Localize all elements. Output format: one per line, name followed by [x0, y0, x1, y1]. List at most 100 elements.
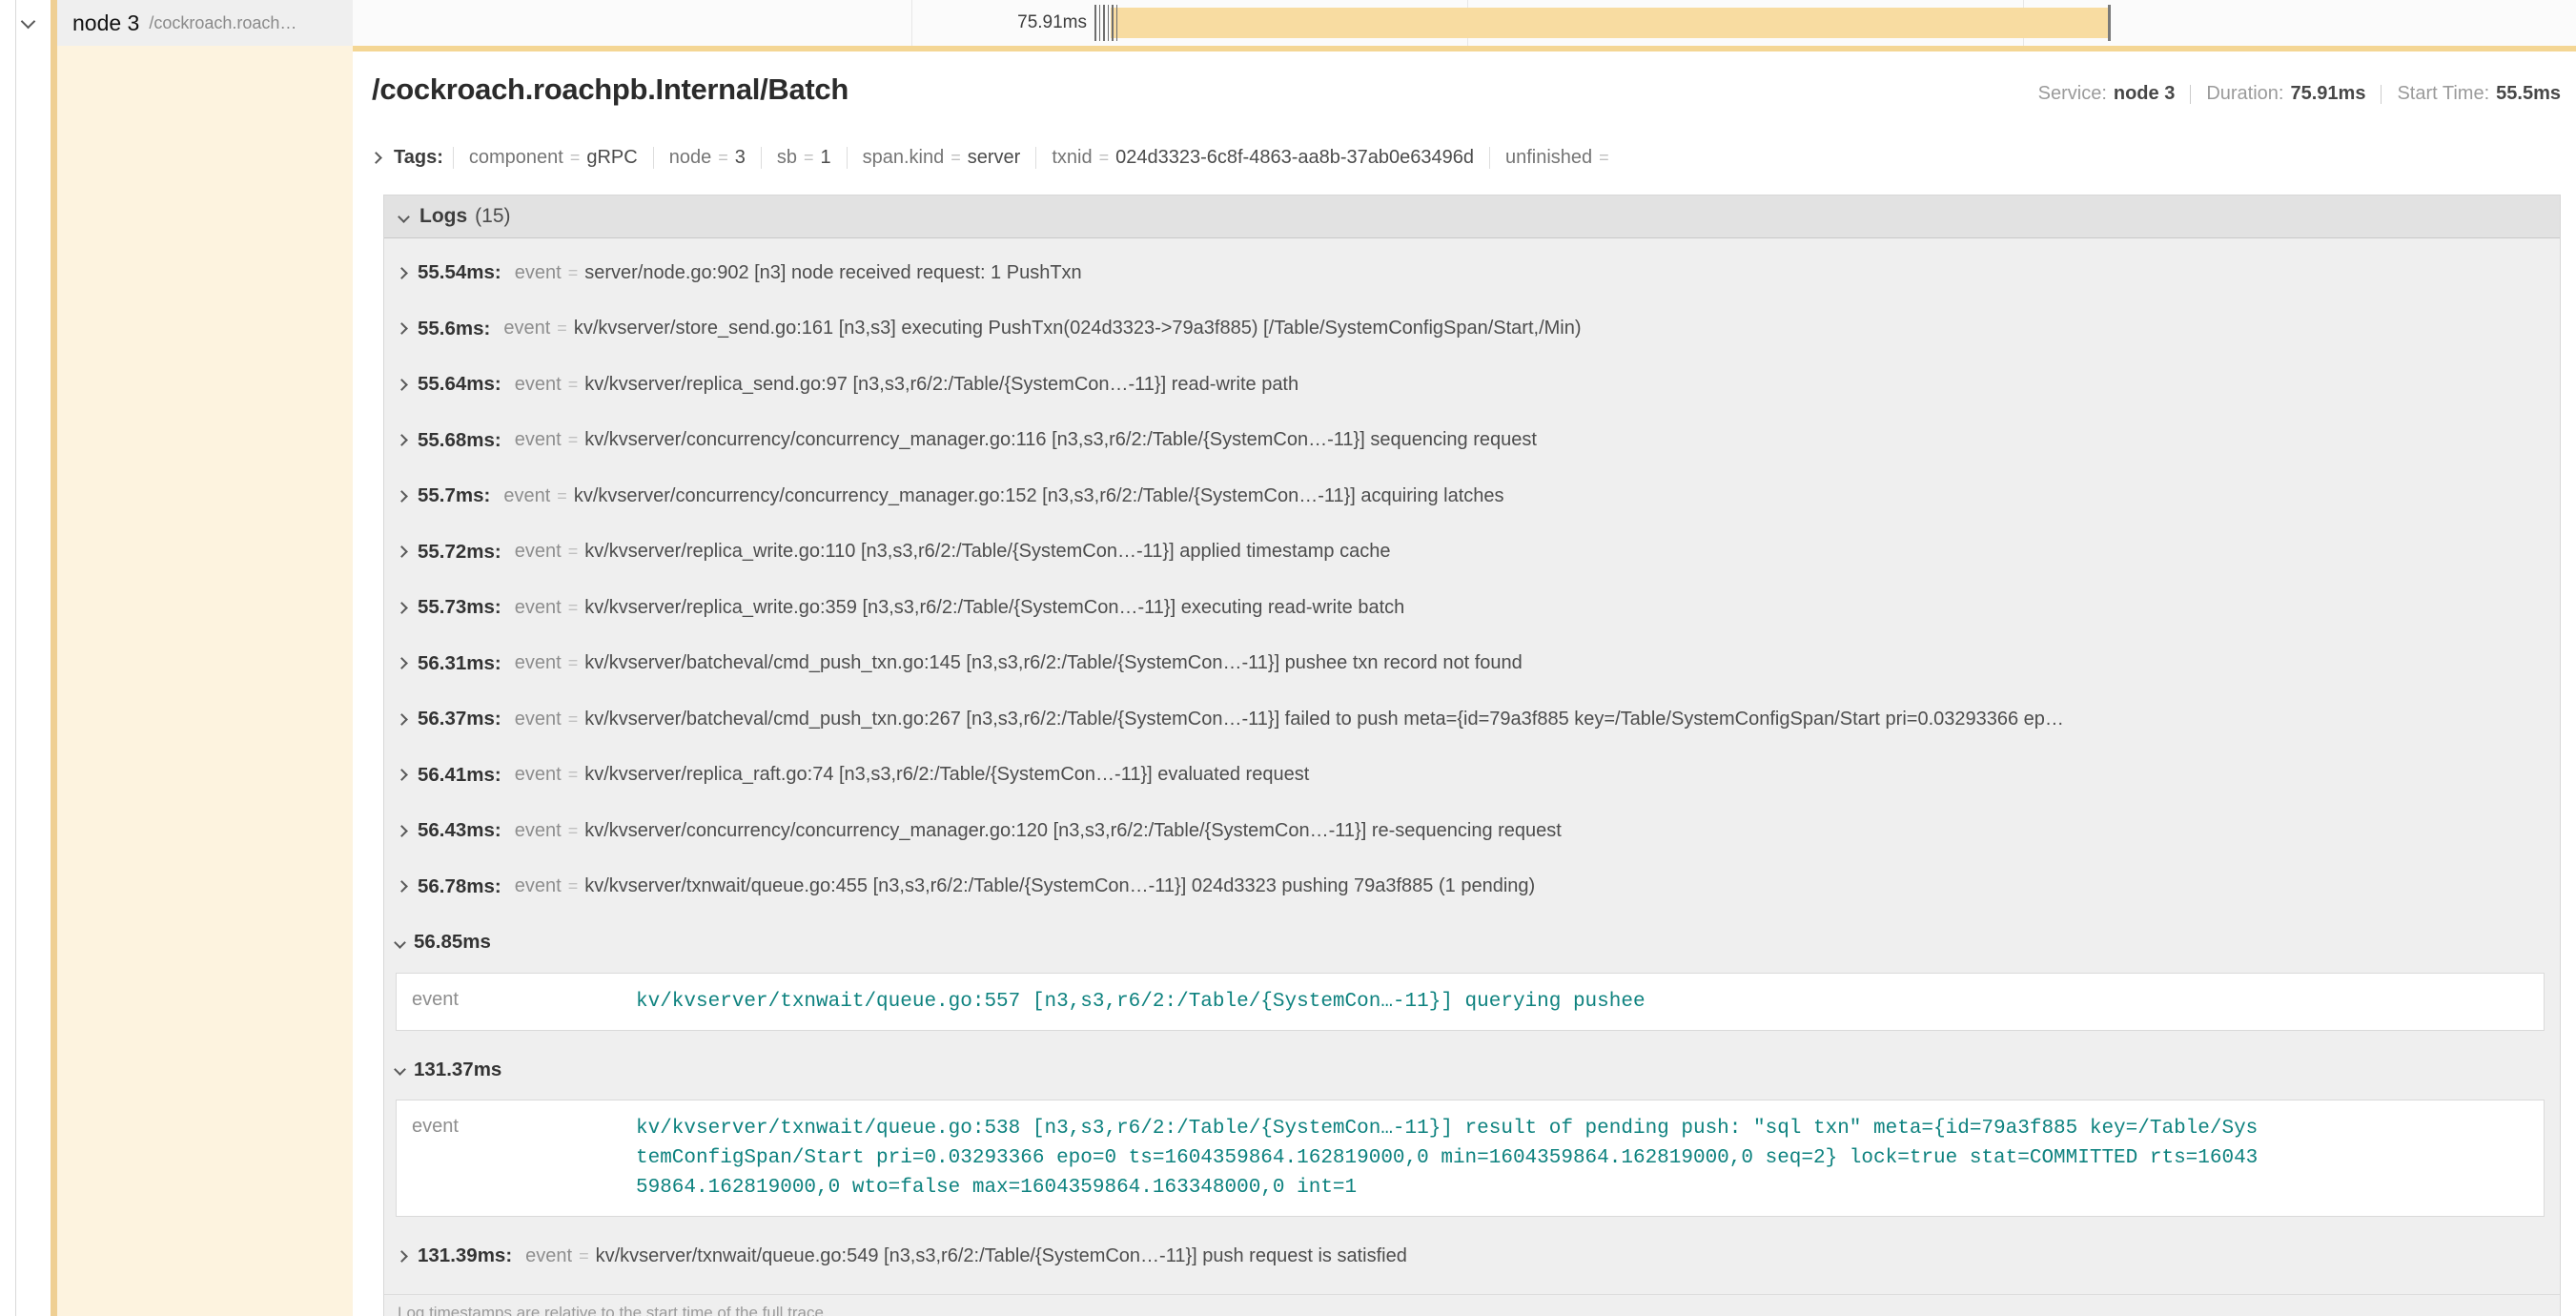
log-field-key: event [515, 652, 562, 674]
span-stats: Service: node 3 Duration: 75.91ms Start … [2038, 83, 2561, 105]
trace-detail-page: node 3 /cockroach.roach… 75.91ms /cockro… [0, 0, 2576, 1316]
stat-divider [2190, 85, 2191, 104]
log-message: kv/kvserver/txnwait/queue.go:455 [n3,s3,… [584, 875, 1535, 897]
tags-title: Tags: [394, 147, 443, 169]
log-row[interactable]: 55.54ms: event = server/node.go:902 [n3]… [384, 245, 2560, 301]
log-message: kv/kvserver/concurrency/concurrency_mana… [584, 429, 1537, 451]
span-service-name: node 3 [72, 10, 139, 36]
log-message: kv/kvserver/store_send.go:161 [n3,s3] ex… [574, 318, 1582, 339]
log-field-value: kv/kvserver/txnwait/queue.go:557 [n3,s3,… [636, 987, 2261, 1017]
log-row[interactable]: 131.39ms: event = kv/kvserver/txnwait/qu… [384, 1228, 2560, 1285]
log-expand-chevron-icon [396, 267, 408, 279]
logs-collapse-chevron-icon [398, 211, 410, 223]
tag-txnid: txnid=024d3323-6c8f-4863-aa8b-37ab0e6349… [1035, 147, 1489, 169]
log-field-key: event [412, 1114, 636, 1203]
log-timestamp: 131.39ms: [418, 1244, 512, 1267]
log-row[interactable]: 55.64ms: event = kv/kvserver/replica_sen… [384, 357, 2560, 413]
log-expand-chevron-icon [396, 1250, 408, 1263]
span-end-tick [2108, 5, 2111, 41]
duration-label: Duration: [2206, 83, 2283, 105]
log-field-key: event [515, 429, 562, 451]
log-row[interactable]: 56.41ms: event = kv/kvserver/replica_raf… [384, 748, 2560, 804]
log-field-key: event [515, 597, 562, 619]
log-timestamp: 55.64ms: [418, 373, 501, 396]
duration-value: 75.91ms [2290, 83, 2365, 105]
log-timestamp: 56.85ms [414, 931, 491, 954]
span-detail-panel: /cockroach.roachpb.Internal/Batch Servic… [353, 46, 2576, 1316]
collapse-span-chevron-icon[interactable] [21, 14, 36, 30]
log-row-expanded-header[interactable]: 56.85ms [384, 915, 2560, 971]
log-message: server/node.go:902 [n3] node received re… [584, 262, 1081, 284]
log-field-key: event [515, 764, 562, 786]
log-message: kv/kvserver/batcheval/cmd_push_txn.go:14… [584, 652, 1523, 674]
log-expand-chevron-icon [396, 880, 408, 893]
timeline-gridline [911, 0, 912, 46]
tag-span-kind: span.kind=server [847, 147, 1036, 169]
span-detail-header: /cockroach.roachpb.Internal/Batch Servic… [372, 72, 2561, 116]
left-gutter-divider [15, 0, 16, 1316]
logs-section: Logs (15) 55.54ms: event = server/node.g… [383, 195, 2561, 1316]
log-timestamp: 55.72ms: [418, 541, 501, 564]
log-field-key: event [525, 1245, 572, 1267]
log-row[interactable]: 55.7ms: event = kv/kvserver/concurrency/… [384, 468, 2560, 524]
log-row[interactable]: 55.6ms: event = kv/kvserver/store_send.g… [384, 301, 2560, 358]
log-expand-chevron-icon [396, 545, 408, 558]
log-row-expanded-header[interactable]: 131.37ms [384, 1042, 2560, 1099]
tags-expand-chevron-icon [370, 152, 382, 164]
log-expand-chevron-icon [396, 322, 408, 335]
log-row[interactable]: 55.72ms: event = kv/kvserver/replica_wri… [384, 524, 2560, 581]
log-expand-chevron-icon [396, 825, 408, 837]
log-row[interactable]: 56.78ms: event = kv/kvserver/txnwait/que… [384, 859, 2560, 915]
start-time-value: 55.5ms [2496, 83, 2561, 105]
tag-component: component=gRPC [453, 147, 653, 169]
log-field-key: event [515, 820, 562, 842]
log-field-key: event [515, 262, 562, 284]
log-message: kv/kvserver/concurrency/concurrency_mana… [574, 485, 1504, 507]
log-field-key: event [503, 318, 550, 339]
log-row[interactable]: 55.68ms: event = kv/kvserver/concurrency… [384, 413, 2560, 469]
log-message: kv/kvserver/replica_send.go:97 [n3,s3,r6… [584, 374, 1298, 396]
span-duration-label: 75.91ms [1017, 0, 1087, 46]
stat-divider [2381, 85, 2382, 104]
span-start-tick-marks [1094, 5, 1120, 41]
log-event-detail-box: event kv/kvserver/txnwait/queue.go:538 [… [396, 1100, 2545, 1217]
span-duration-bar[interactable] [1111, 8, 2110, 38]
log-field-key: event [515, 709, 562, 730]
log-expand-chevron-icon [396, 434, 408, 446]
span-color-band [51, 46, 353, 1316]
log-row[interactable]: 56.37ms: event = kv/kvserver/batcheval/c… [384, 691, 2560, 748]
log-timestamp: 56.37ms: [418, 708, 501, 730]
log-row[interactable]: 55.73ms: event = kv/kvserver/replica_wri… [384, 580, 2560, 636]
logs-list: 55.54ms: event = server/node.go:902 [n3]… [384, 238, 2560, 1285]
tag-node: node=3 [653, 147, 761, 169]
span-name-tab[interactable]: node 3 /cockroach.roach… [51, 0, 353, 46]
span-operation-name: /cockroach.roach… [149, 13, 296, 33]
log-expand-chevron-icon [396, 490, 408, 503]
log-expand-chevron-icon [396, 602, 408, 614]
log-row[interactable]: 56.31ms: event = kv/kvserver/batcheval/c… [384, 636, 2560, 692]
log-timestamp: 55.7ms: [418, 484, 490, 507]
logs-footer-note: Log timestamps are relative to the start… [384, 1294, 2560, 1316]
logs-title: Logs [419, 205, 467, 228]
log-expand-chevron-icon [396, 713, 408, 726]
log-message: kv/kvserver/txnwait/queue.go:549 [n3,s3,… [596, 1245, 1407, 1267]
log-event-detail-box: event kv/kvserver/txnwait/queue.go:557 [… [396, 973, 2545, 1031]
log-row[interactable]: 56.43ms: event = kv/kvserver/concurrency… [384, 803, 2560, 859]
service-value: node 3 [2114, 83, 2175, 105]
log-timestamp: 55.6ms: [418, 318, 490, 340]
start-time-label: Start Time: [2397, 83, 2489, 105]
logs-header[interactable]: Logs (15) [384, 195, 2560, 238]
tags-row[interactable]: Tags: component=gRPC node=3 sb=1 span.ki… [372, 141, 2561, 174]
log-expand-chevron-icon [396, 657, 408, 669]
log-message: kv/kvserver/replica_write.go:110 [n3,s3,… [584, 541, 1390, 563]
log-message: kv/kvserver/replica_raft.go:74 [n3,s3,r6… [584, 764, 1309, 786]
log-field-value: kv/kvserver/txnwait/queue.go:538 [n3,s3,… [636, 1114, 2261, 1203]
log-timestamp: 55.73ms: [418, 596, 501, 619]
tag-sb: sb=1 [761, 147, 847, 169]
timeline-ruler: 75.91ms [353, 0, 2576, 46]
log-message: kv/kvserver/batcheval/cmd_push_txn.go:26… [584, 709, 2064, 730]
log-field-key: event [515, 541, 562, 563]
tag-unfinished: unfinished= [1489, 147, 1631, 169]
log-collapse-chevron-icon [394, 936, 406, 949]
log-message: kv/kvserver/concurrency/concurrency_mana… [584, 820, 1562, 842]
